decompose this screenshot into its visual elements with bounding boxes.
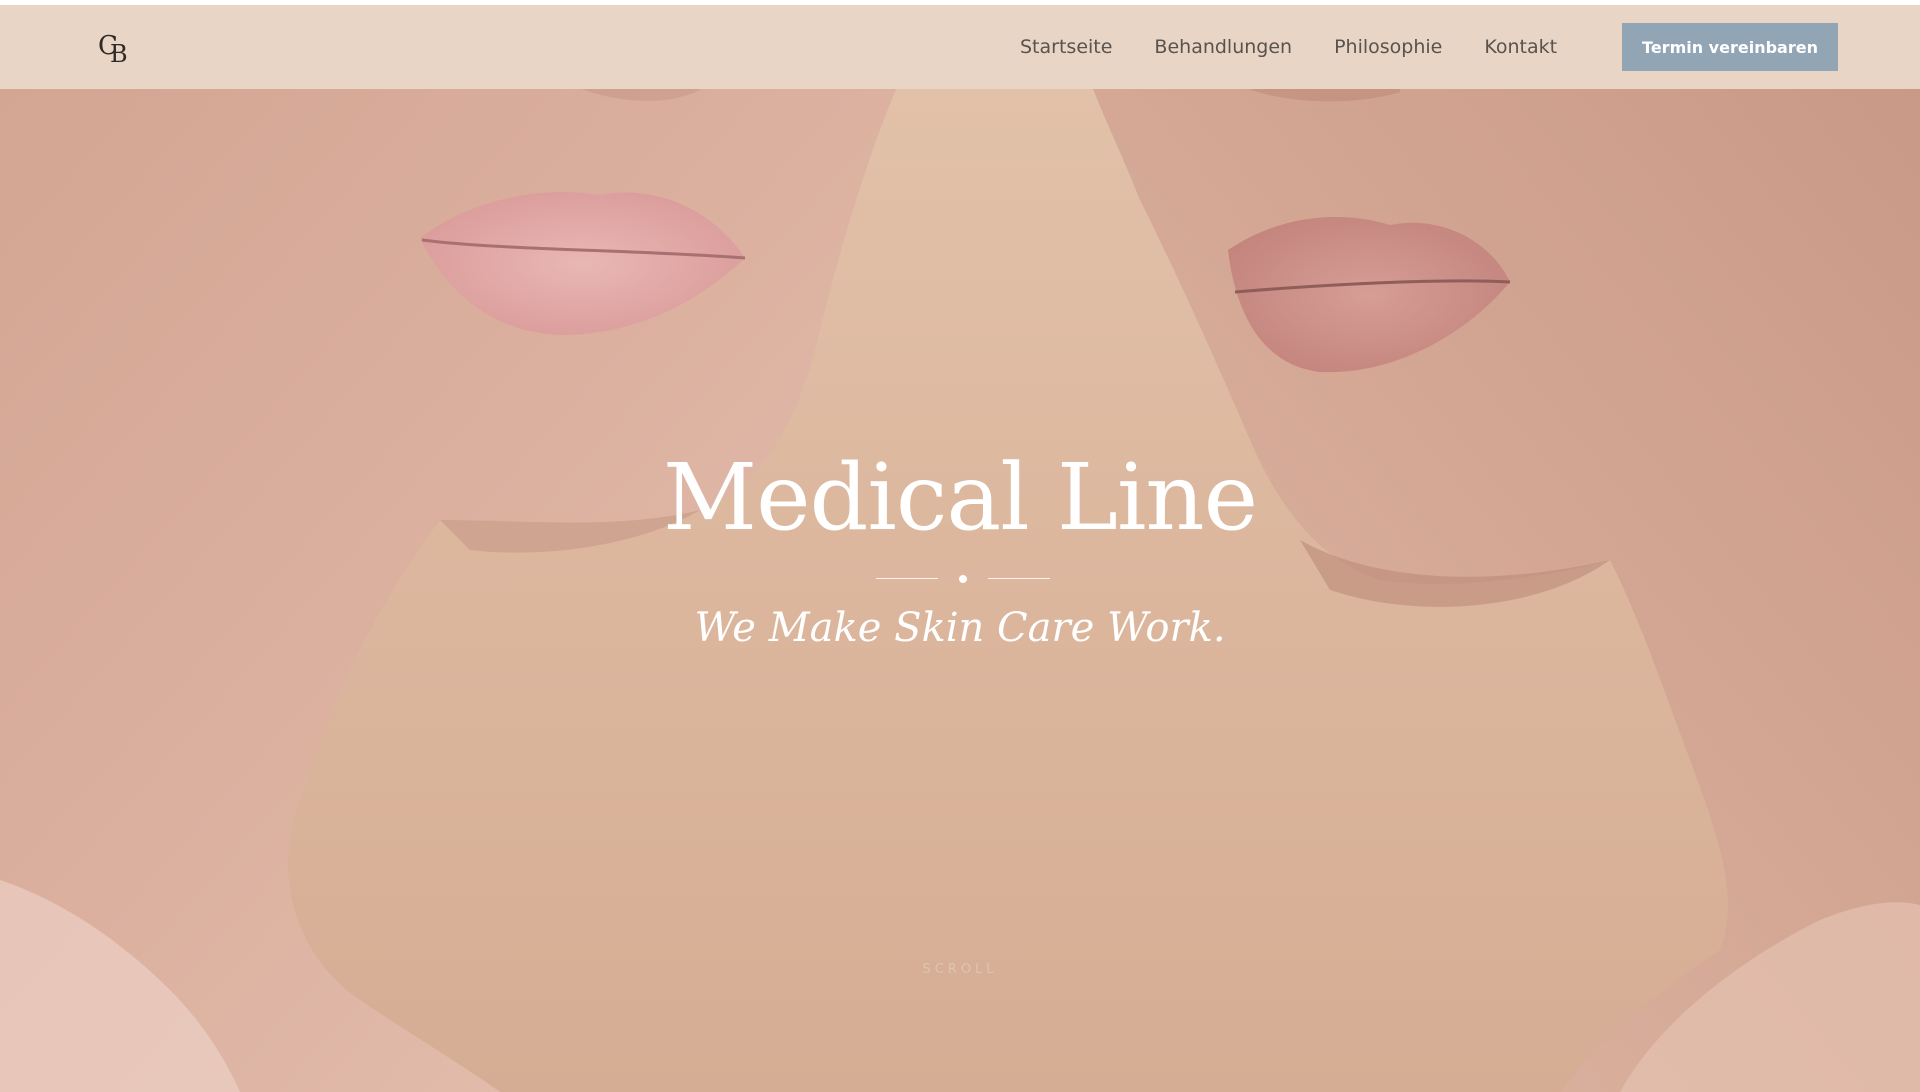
hero-title: Medical Line [662,444,1258,551]
nav-item-philosophie[interactable]: Philosophie [1334,36,1442,58]
nav-item-kontakt[interactable]: Kontakt [1484,36,1557,58]
hero-divider [876,573,1050,585]
divider-dot [959,575,967,583]
scroll-indicator[interactable]: SCROLL [0,962,1920,977]
hero-subtitle: We Make Skin Care Work. [694,605,1226,651]
browser-top-strip [0,0,1920,5]
nav-item-behandlungen[interactable]: Behandlungen [1154,36,1292,58]
main-navigation: Startseite Behandlungen Philosophie Kont… [1020,5,1557,89]
divider-line-right [988,578,1050,579]
page: C B Startseite Behandlungen Philosophie … [0,0,1920,1092]
site-header: C B Startseite Behandlungen Philosophie … [0,5,1920,89]
cb-monogram-logo[interactable]: C B [96,31,136,68]
termin-vereinbaren-button[interactable]: Termin vereinbaren [1622,23,1838,71]
nav-item-startseite[interactable]: Startseite [1020,36,1112,58]
divider-line-left [876,578,938,579]
logo-letter-b: B [110,40,128,68]
